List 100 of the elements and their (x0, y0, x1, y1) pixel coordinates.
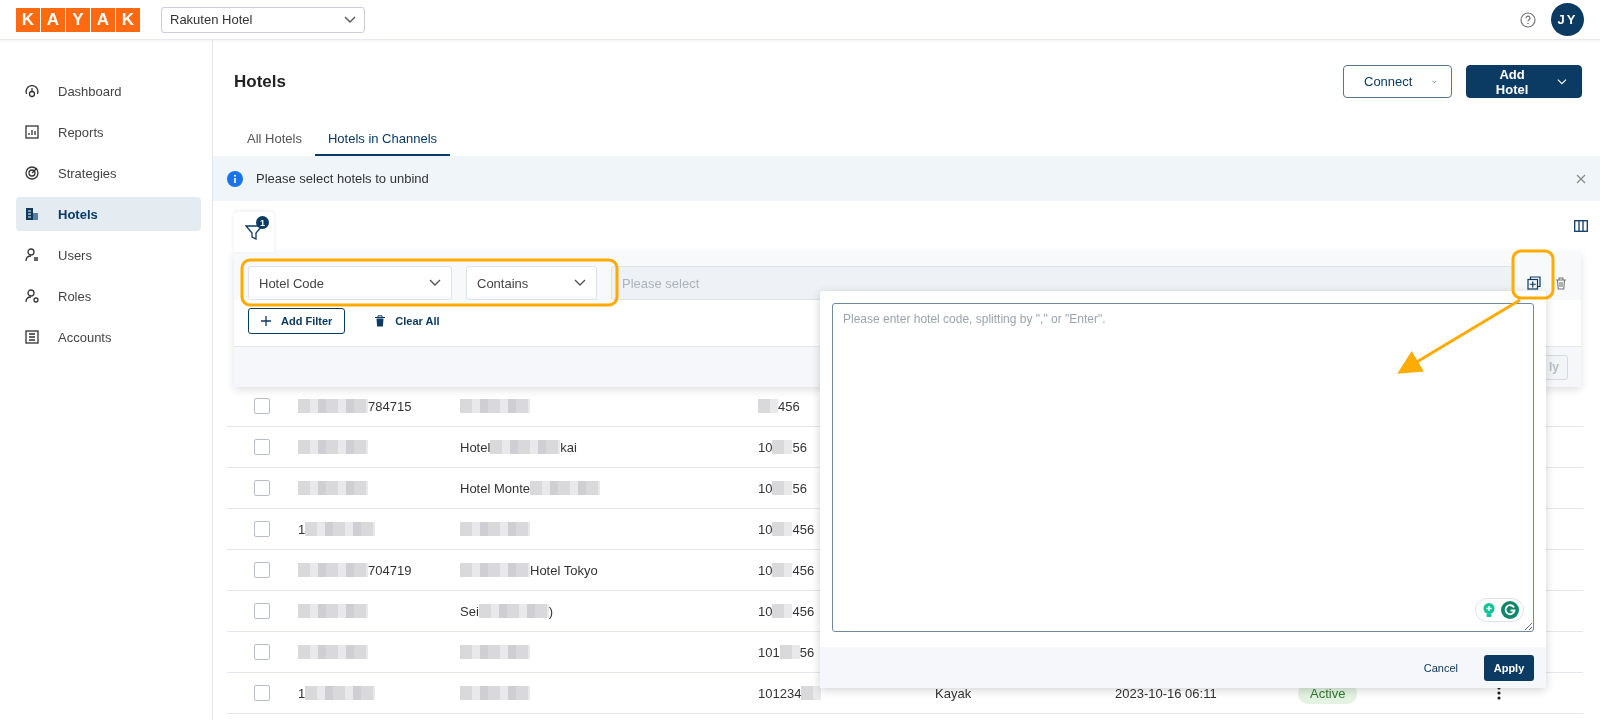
field-select[interactable]: Hotel Code (248, 266, 452, 300)
circular-arrow-icon (1501, 601, 1519, 619)
cell-text: 56 (792, 439, 807, 455)
sidebar-item[interactable]: Dashboard (16, 74, 201, 108)
cell-text: Kayak (935, 685, 972, 701)
row-checkbox[interactable] (254, 521, 270, 537)
operator-select[interactable]: Contains (466, 266, 597, 300)
add-filter-button[interactable]: Add Filter (248, 308, 346, 334)
user-icon (24, 247, 40, 263)
cell-text: ) (548, 603, 554, 619)
plus-icon (261, 316, 271, 326)
cell-text: Hotel (460, 439, 491, 455)
row-checkbox[interactable] (254, 562, 270, 578)
sidebar-item[interactable]: Accounts (16, 320, 201, 354)
row-checkbox[interactable] (254, 439, 270, 455)
connect-button[interactable]: Connect (1343, 65, 1452, 98)
cell-text: 10 (758, 603, 773, 619)
apply-button[interactable]: Apply (1484, 654, 1534, 681)
chevron-down-icon (344, 15, 356, 24)
sidebar-item[interactable]: Hotels (16, 197, 201, 231)
user-avatar[interactable]: JY (1551, 3, 1584, 36)
building-icon (24, 206, 40, 222)
blurred-text (758, 399, 778, 413)
writing-assistant-widget[interactable] (1475, 598, 1524, 622)
blurred-text (298, 440, 368, 454)
chevron-down-icon (429, 279, 441, 287)
user-badge-icon (24, 288, 40, 304)
blurred-text (298, 604, 368, 618)
blurred-text (460, 563, 530, 577)
hotel-code-textarea[interactable]: Please enter hotel code, splitting by "," or "Enter". (832, 303, 1534, 632)
blurred-text (530, 481, 601, 495)
gauge-icon (24, 83, 40, 99)
cell-text: 2023-10-16 06:11 (1115, 685, 1217, 701)
cell-text: 10 (758, 562, 773, 578)
sidebar-item[interactable]: Reports (16, 115, 201, 149)
clear-all-button[interactable]: Clear All (369, 314, 446, 328)
bar-chart-icon (24, 124, 40, 140)
chevron-down-icon (574, 279, 586, 287)
blurred-text (460, 522, 530, 536)
blurred-text (772, 604, 793, 618)
blurred-text (460, 686, 530, 700)
blurred-text (305, 686, 376, 700)
row-checkbox[interactable] (254, 603, 270, 619)
blurred-text (772, 481, 793, 495)
cell-text: 10 (758, 521, 773, 537)
tab[interactable]: All Hotels (234, 123, 315, 156)
blurred-text (298, 481, 368, 495)
add-copy-icon[interactable] (1527, 276, 1541, 290)
filter-count-badge: 1 (256, 216, 269, 229)
property-select[interactable]: Rakuten Hotel (161, 6, 365, 33)
cell-text: 10 (758, 439, 773, 455)
blurred-text (298, 399, 368, 413)
cell-text: 1 (298, 521, 306, 537)
blurred-text (305, 522, 376, 536)
cell-text: 101 (758, 644, 780, 660)
target-icon (24, 165, 40, 181)
blurred-text (478, 604, 549, 618)
row-checkbox[interactable] (254, 398, 270, 414)
cell-text: 704719 (368, 562, 412, 578)
row-checkbox[interactable] (254, 644, 270, 660)
blurred-text (460, 645, 530, 659)
help-icon[interactable] (1520, 11, 1536, 28)
info-icon (227, 170, 243, 187)
filter-tab[interactable]: 1 (234, 212, 274, 252)
blurred-text (298, 563, 368, 577)
cell-text: 456 (792, 603, 815, 619)
cancel-button[interactable]: Cancel (1417, 660, 1464, 675)
cell-text: 56 (799, 644, 815, 660)
page-title: Hotels (234, 71, 287, 92)
sidebar-item[interactable]: Roles (16, 279, 201, 313)
cell-text: Hotel Monte (460, 480, 531, 496)
cell-text: 1 (298, 685, 306, 701)
row-checkbox[interactable] (254, 685, 270, 701)
row-checkbox[interactable] (254, 480, 270, 496)
blurred-text (801, 686, 822, 700)
cell-text: 456 (792, 521, 815, 537)
notice-text: Please select hotels to unbind (256, 171, 430, 186)
cell-text: Sei (460, 603, 479, 619)
trash-icon[interactable] (1555, 276, 1567, 290)
cell-text: 456 (792, 562, 815, 578)
blurred-text (298, 645, 368, 659)
sidebar-item[interactable]: Strategies (16, 156, 201, 190)
cell-text: 456 (778, 398, 800, 414)
cell-text: 10 (758, 480, 773, 496)
cell-text: 784715 (368, 398, 412, 414)
chevron-down-icon (1557, 77, 1567, 86)
blurred-text (490, 440, 561, 454)
blurred-text (779, 645, 800, 659)
sidebar-item[interactable]: Users (16, 238, 201, 272)
columns-icon[interactable] (1574, 220, 1588, 232)
blurred-text (772, 440, 793, 454)
highlight-frame (1511, 249, 1555, 300)
document-list-icon (24, 329, 40, 345)
blurred-text (772, 563, 793, 577)
blurred-text (772, 522, 793, 536)
blurred-text (460, 399, 530, 413)
trash-icon (375, 315, 386, 327)
add-button[interactable]: Add Hotel (1466, 65, 1582, 98)
cell-text: 101234 (758, 685, 802, 701)
close-icon[interactable] (1576, 173, 1586, 184)
